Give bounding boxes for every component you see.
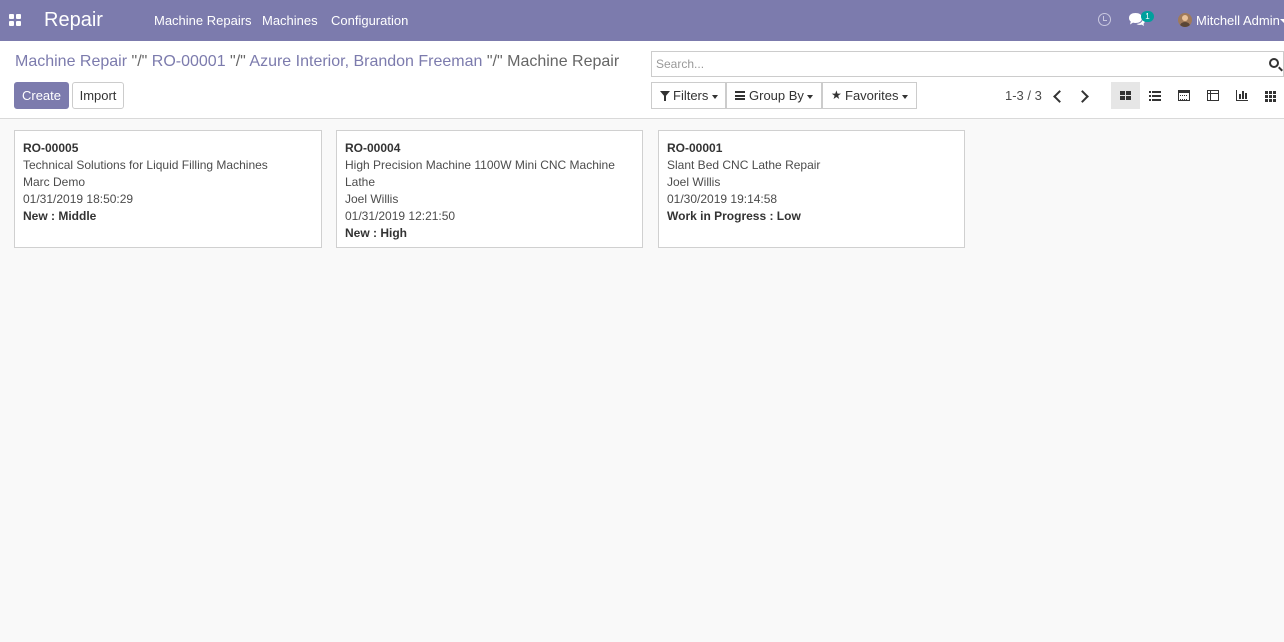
card-date: 01/31/2019 12:21:50: [345, 209, 456, 223]
card-customer: Joel Willis: [667, 175, 721, 189]
card-status: New : Middle: [23, 209, 97, 223]
kanban-card[interactable]: RO-00005 Technical Solutions for Liquid …: [14, 130, 322, 248]
chevron-down-icon: [902, 95, 908, 99]
card-status: Work in Progress : Low: [667, 209, 801, 223]
group-by-dropdown[interactable]: Group By: [726, 82, 822, 109]
grid-icon: [1265, 90, 1277, 102]
search-box: [651, 51, 1284, 77]
filters-dropdown[interactable]: Filters: [651, 82, 726, 109]
pager-value[interactable]: 1-3 / 3: [1005, 88, 1042, 103]
list-view-button[interactable]: [1140, 82, 1169, 109]
user-avatar[interactable]: [1178, 13, 1192, 27]
breadcrumb-item-customer[interactable]: Azure Interior, Brandon Freeman: [249, 53, 482, 70]
user-menu[interactable]: Mitchell Admin: [1196, 13, 1280, 28]
breadcrumb-item-ro-00001[interactable]: RO-00001: [152, 53, 226, 70]
card-reference: RO-00005: [23, 141, 79, 155]
grid-view-button[interactable]: [1256, 82, 1284, 109]
bar-chart-icon: [1236, 90, 1248, 101]
breadcrumb-item-machine-repair[interactable]: Machine Repair: [15, 53, 127, 70]
filter-icon: [660, 91, 670, 101]
graph-view-button[interactable]: [1227, 82, 1256, 109]
calendar-icon: [1178, 90, 1190, 101]
kanban-card[interactable]: RO-00001 Slant Bed CNC Lathe Repair Joel…: [658, 130, 965, 248]
card-customer: Marc Demo: [23, 175, 86, 189]
chevron-down-icon: [807, 95, 813, 99]
app-brand[interactable]: Repair: [44, 9, 103, 32]
create-button[interactable]: Create: [14, 82, 69, 109]
filters-label: Filters: [673, 88, 709, 103]
user-caret-icon[interactable]: [1280, 19, 1284, 23]
group-by-label: Group By: [749, 88, 804, 103]
card-reference: RO-00001: [667, 141, 723, 155]
menu-machines[interactable]: Machines: [262, 13, 318, 28]
chat-count-badge: 1: [1141, 11, 1154, 22]
card-date: 01/31/2019 18:50:29: [23, 192, 134, 206]
card-status: New : High: [345, 226, 407, 240]
breadcrumb-separator: "/": [482, 53, 508, 70]
search-icon[interactable]: [1269, 58, 1279, 68]
card-machine-name: Technical Solutions for Liquid Filling M…: [23, 158, 268, 172]
list-icon: [1149, 90, 1161, 101]
card-machine-name: High Precision Machine 1100W Mini CNC Ma…: [345, 158, 615, 189]
pivot-table-icon: [1207, 90, 1219, 101]
card-customer: Joel Willis: [345, 192, 399, 206]
menu-configuration[interactable]: Configuration: [331, 13, 408, 28]
control-panel: Machine Repair "/" RO-00001 "/" Azure In…: [0, 41, 1284, 119]
kanban-view-button[interactable]: [1111, 82, 1140, 109]
apps-menu-icon[interactable]: [9, 14, 21, 26]
calendar-view-button[interactable]: [1169, 82, 1198, 109]
kanban-card[interactable]: RO-00004 High Precision Machine 1100W Mi…: [336, 130, 643, 248]
group-by-icon: [735, 91, 745, 100]
activity-clock-icon[interactable]: [1098, 13, 1111, 26]
favorites-label: Favorites: [845, 88, 899, 103]
star-icon: ★: [831, 88, 842, 102]
breadcrumb-separator: "/": [225, 53, 250, 70]
chevron-down-icon: [712, 95, 718, 99]
card-reference: RO-00004: [345, 141, 401, 155]
pivot-view-button[interactable]: [1198, 82, 1227, 109]
card-date: 01/30/2019 19:14:58: [667, 192, 778, 206]
kanban-view: RO-00005 Technical Solutions for Liquid …: [0, 120, 1284, 642]
menu-machine-repairs[interactable]: Machine Repairs: [154, 13, 252, 28]
top-navbar: Repair Machine Repairs Machines Configur…: [0, 0, 1284, 41]
import-button[interactable]: Import: [72, 82, 124, 109]
pager-next-icon[interactable]: [1076, 88, 1092, 104]
search-input[interactable]: [656, 55, 1256, 73]
breadcrumb-current: Machine Repair: [507, 53, 620, 70]
breadcrumb-separator: "/": [127, 53, 152, 70]
pager-previous-icon[interactable]: [1050, 88, 1066, 104]
favorites-dropdown[interactable]: ★ Favorites: [822, 82, 917, 109]
kanban-icon: [1120, 90, 1132, 101]
card-machine-name: Slant Bed CNC Lathe Repair: [667, 158, 821, 172]
breadcrumb: Machine Repair "/" RO-00001 "/" Azure In…: [15, 53, 619, 71]
